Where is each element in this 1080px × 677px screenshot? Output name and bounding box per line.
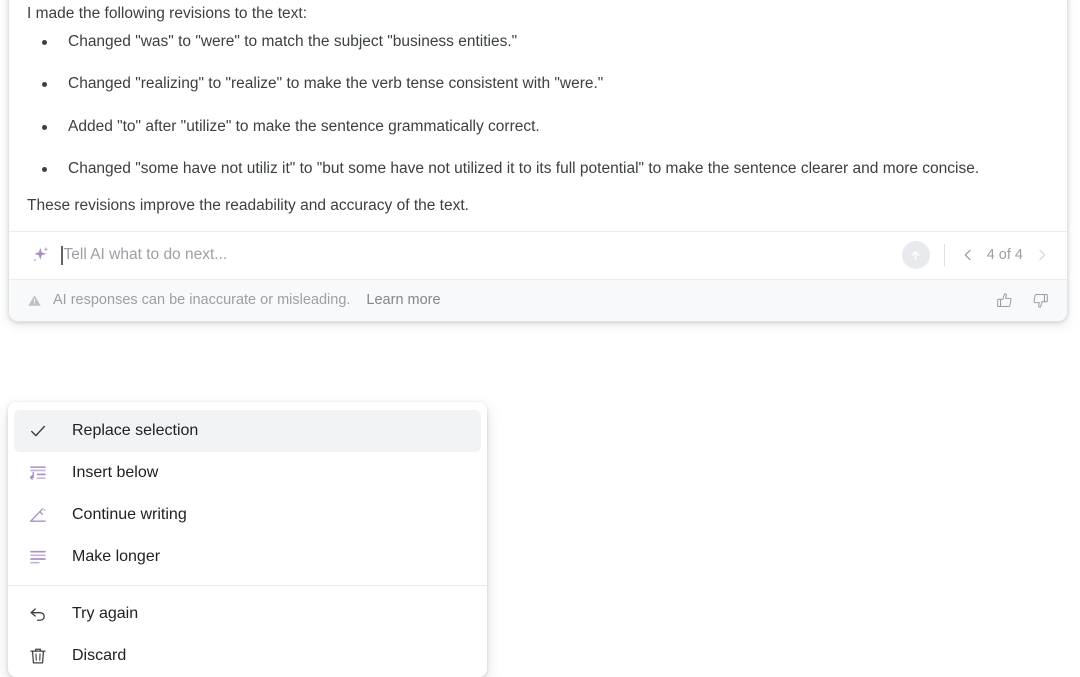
screen: I made the following revisions to the te… [0, 0, 1080, 677]
chevron-left-icon[interactable] [957, 244, 979, 266]
ai-action-menu: Replace selection Insert below Continue … [8, 402, 487, 677]
chevron-right-icon[interactable] [1031, 244, 1053, 266]
revision-list: Changed "was" to "were" to match the sub… [27, 31, 1049, 181]
thumbs-down-icon[interactable] [1027, 287, 1053, 313]
menu-item-label: Continue writing [72, 506, 187, 523]
menu-item-label: Insert below [72, 464, 159, 481]
text-lines-icon [26, 545, 50, 569]
menu-divider [8, 585, 487, 586]
send-prompt-button[interactable] [901, 241, 930, 270]
trash-icon [26, 644, 50, 668]
disclaimer-text: AI responses can be inaccurate or mislea… [53, 292, 351, 309]
ai-prompt-input[interactable]: Tell AI what to do next... [61, 242, 902, 268]
response-tail-text: These revisions improve the readability … [27, 196, 469, 214]
menu-item-insert-below[interactable]: Insert below [14, 452, 481, 494]
menu-item-label: Try again [72, 605, 139, 622]
ai-response-card: I made the following revisions to the te… [8, 0, 1068, 322]
menu-item-continue-writing[interactable]: Continue writing [14, 494, 481, 536]
check-icon [26, 419, 50, 443]
menu-item-discard[interactable]: Discard [14, 635, 481, 677]
undo-arrow-icon [26, 602, 50, 626]
menu-item-label: Discard [72, 647, 127, 664]
insert-below-icon [26, 461, 50, 485]
pagination-label: 4 of 4 [986, 247, 1023, 264]
learn-more-link[interactable]: Learn more [366, 292, 440, 308]
text-caret [61, 245, 63, 265]
ai-prompt-placeholder: Tell AI what to do next... [63, 246, 228, 264]
menu-item-label: Replace selection [72, 422, 199, 439]
thumbs-up-icon[interactable] [991, 287, 1017, 313]
ai-disclaimer-bar: AI responses can be inaccurate or mislea… [9, 278, 1067, 321]
menu-item-replace-selection[interactable]: Replace selection [14, 410, 481, 452]
suggestion-pagination: 4 of 4 [957, 244, 1053, 266]
list-item: Changed "was" to "were" to match the sub… [27, 31, 1049, 53]
response-lead-text: I made the following revisions to the te… [27, 5, 308, 22]
list-item: Added "to" after "utilize" to make the s… [27, 116, 1049, 138]
toolbar-divider [943, 244, 945, 267]
ai-response-body: I made the following revisions to the te… [9, 0, 1067, 231]
menu-item-label: Make longer [72, 548, 161, 565]
warning-triangle-icon [27, 293, 45, 308]
sparkle-icon [27, 242, 53, 268]
menu-item-make-longer[interactable]: Make longer [14, 536, 481, 578]
pencil-line-icon [26, 503, 50, 527]
menu-item-try-again[interactable]: Try again [14, 593, 481, 635]
ai-prompt-row: Tell AI what to do next... 4 of 4 [9, 230, 1067, 279]
list-item: Changed "realizing" to "realize" to make… [27, 73, 1049, 95]
list-item: Changed "some have not utiliz it" to "bu… [27, 158, 1049, 180]
